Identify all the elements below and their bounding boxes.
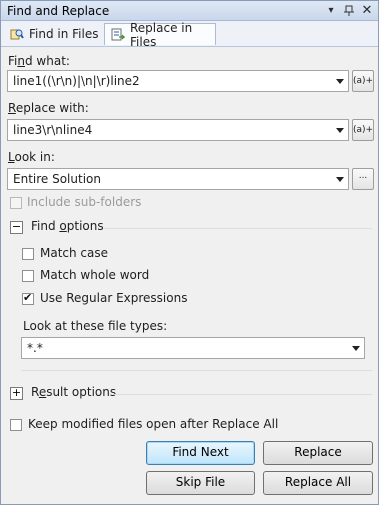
match-whole-word-label: Match whole word <box>40 268 150 282</box>
tab-label: Find in Files <box>29 27 99 41</box>
find-what-combo[interactable]: line1((\r\n)|\n|\r)line2 <box>7 70 349 92</box>
keep-open-label: Keep modified files open after Replace A… <box>28 417 279 431</box>
divider <box>104 228 372 229</box>
replace-with-value: line3\r\nline4 <box>13 123 93 137</box>
file-types-label: Look at these file types: <box>23 319 168 333</box>
divider <box>21 370 372 371</box>
chevron-down-icon[interactable] <box>336 128 344 133</box>
replace-in-files-icon <box>111 28 126 42</box>
keep-open-checkbox[interactable] <box>10 419 22 431</box>
replace-button[interactable]: Replace <box>263 441 373 465</box>
replace-with-label: Replace with: <box>8 101 89 115</box>
chevron-down-icon[interactable] <box>336 79 344 84</box>
find-and-replace-window: Find and Replace ▾ ✕ Find in Files Repla… <box>0 0 379 505</box>
find-what-value: line1((\r\n)|\n|\r)line2 <box>13 74 140 88</box>
close-icon[interactable]: ✕ <box>359 3 375 19</box>
replace-all-button[interactable]: Replace All <box>263 471 373 495</box>
match-case-label: Match case <box>40 246 109 260</box>
title-bar: Find and Replace ▾ ✕ <box>1 1 378 21</box>
find-options-expander[interactable]: − <box>10 221 23 234</box>
result-options-header: Result options <box>31 385 117 399</box>
replace-with-combo[interactable]: line3\r\nline4 <box>7 119 349 141</box>
tab-label: Replace in Files <box>130 20 193 49</box>
include-subfolders-label: Include sub-folders <box>27 195 142 209</box>
tab-replace-in-files[interactable]: Replace in Files <box>104 21 216 49</box>
look-in-label: Look in: <box>8 150 55 164</box>
divider <box>113 394 372 395</box>
find-what-label: Find what: <box>8 54 70 68</box>
match-case-checkbox[interactable] <box>22 248 34 260</box>
find-next-button[interactable]: Find Next <box>146 441 255 465</box>
use-regex-label: Use Regular Expressions <box>40 291 188 305</box>
chevron-down-icon[interactable]: ▾ <box>323 3 339 19</box>
skip-file-button[interactable]: Skip File <box>146 471 255 495</box>
chevron-down-icon[interactable] <box>352 346 360 351</box>
use-regex-checkbox[interactable] <box>22 291 34 305</box>
find-expression-builder-button[interactable]: (a)+ <box>352 70 374 92</box>
file-types-value: *.* <box>27 341 43 355</box>
find-options-header: Find options <box>31 219 104 233</box>
chevron-down-icon[interactable] <box>336 177 344 182</box>
tab-strip: Find in Files Replace in Files <box>1 21 378 49</box>
result-options-expander[interactable]: + <box>10 387 23 400</box>
browse-button[interactable]: ... <box>352 168 374 190</box>
look-in-value: Entire Solution <box>13 172 101 186</box>
replace-expression-builder-button[interactable]: (a)+ <box>352 119 374 141</box>
tab-find-in-files[interactable]: Find in Files <box>4 23 105 45</box>
find-in-files-icon <box>10 27 24 41</box>
include-subfolders-checkbox[interactable] <box>10 197 22 209</box>
match-whole-word-checkbox[interactable] <box>22 270 34 282</box>
look-in-combo[interactable]: Entire Solution <box>7 168 349 190</box>
file-types-combo[interactable]: *.* <box>21 337 365 359</box>
window-title: Find and Replace <box>7 4 110 18</box>
pin-icon[interactable] <box>341 3 357 19</box>
